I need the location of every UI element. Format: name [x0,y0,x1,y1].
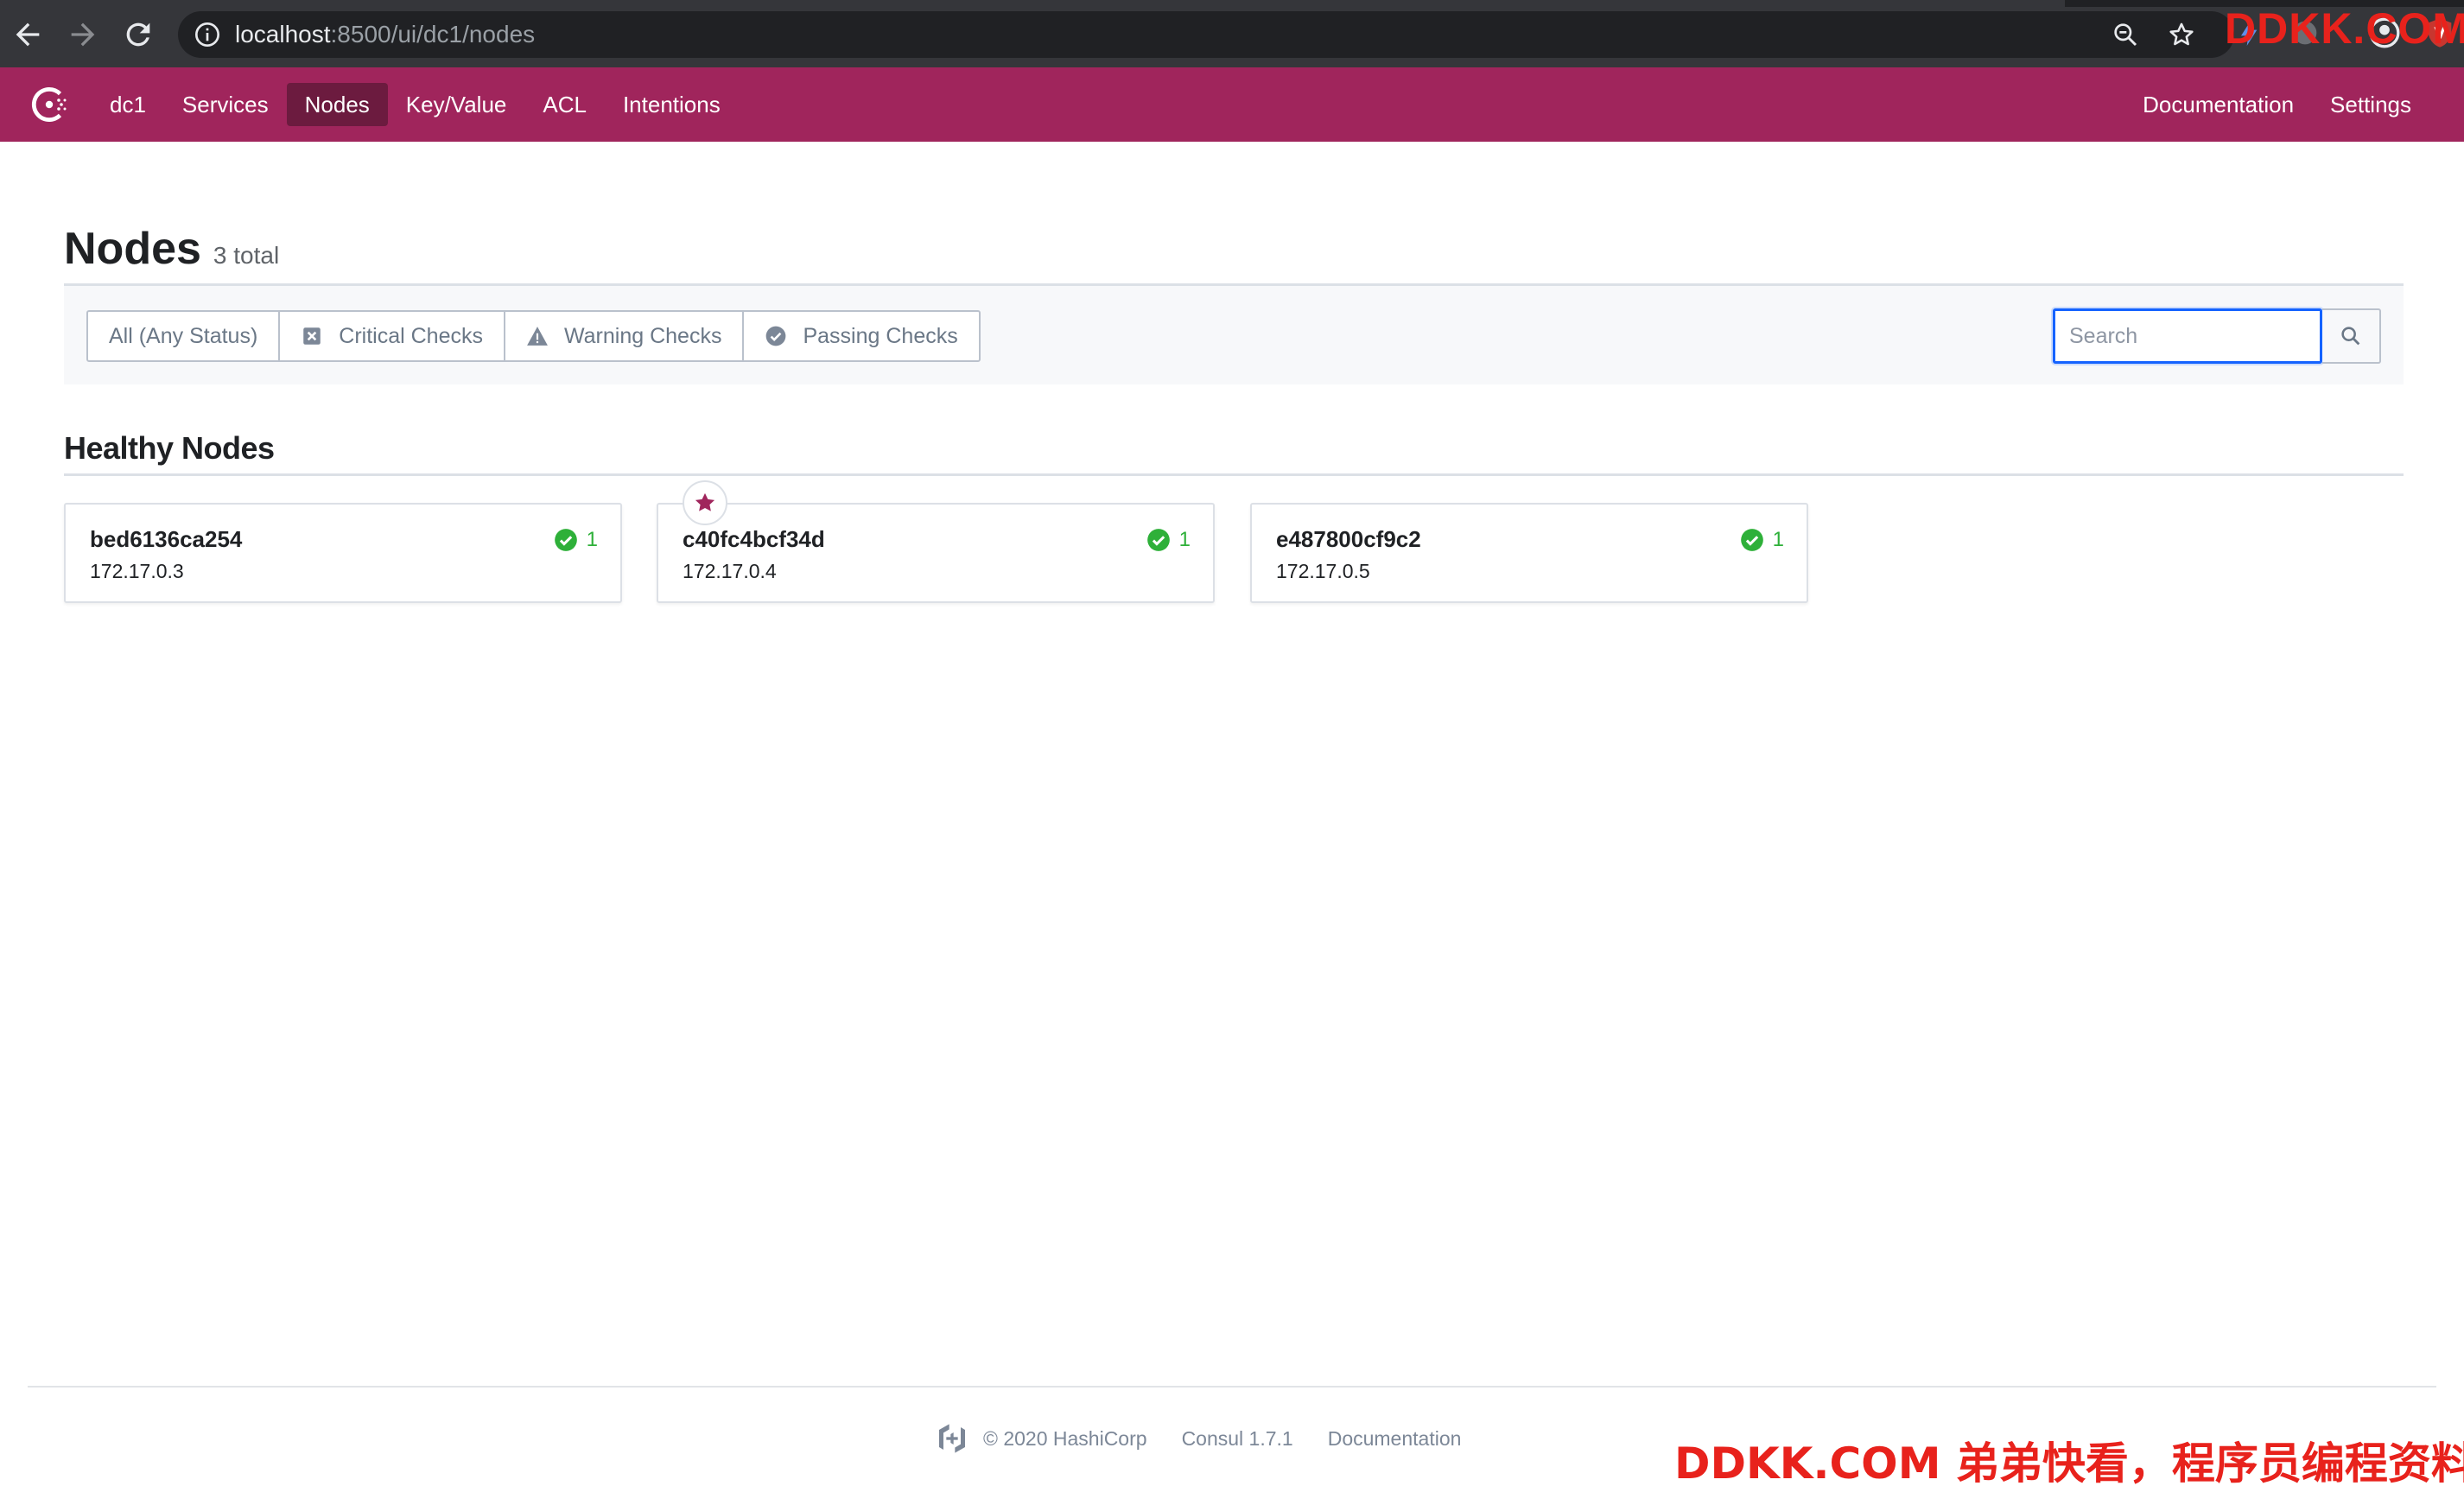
node-name: bed6136ca254 [90,526,243,552]
filter-label: All (Any Status) [109,324,258,348]
search-input[interactable] [2053,308,2322,364]
address-bar[interactable]: localhost:8500/ui/dc1/nodes [178,11,2234,58]
node-health: 1 [554,527,598,553]
node-health: 1 [1146,527,1191,553]
nav-settings[interactable]: Settings [2312,83,2429,126]
bookmark-star-icon[interactable] [2167,20,2196,49]
node-count: 3 total [213,242,280,269]
forward-arrow-icon[interactable] [66,17,100,52]
browser-toolbar: localhost:8500/ui/dc1/nodes DDKK.COM [0,0,2464,67]
node-name: c40fc4bcf34d [683,526,825,552]
url-text: localhost:8500/ui/dc1/nodes [235,21,536,48]
filter-passing[interactable]: Passing Checks [744,312,978,360]
site-info-icon[interactable] [194,21,221,48]
search-button[interactable] [2322,308,2381,364]
status-filter: All (Any Status) Critical Checks Warning… [86,310,981,362]
consul-logo-icon[interactable] [28,83,71,126]
watermark-text: DDKK.COM 弟弟快看，程序员编程资料站 [1674,1438,2464,1486]
filter-label: Critical Checks [339,324,483,348]
passing-check-icon [1740,529,1763,551]
nav-documentation[interactable]: Documentation [2124,83,2312,126]
secondary-navigation: Documentation Settings [2124,83,2429,126]
search-box [2053,308,2381,364]
nav-nodes[interactable]: Nodes [286,83,388,126]
tab-strip [0,0,2464,7]
node-card[interactable]: bed6136ca254 172.17.0.3 1 [64,503,622,603]
passing-count: 1 [586,528,598,551]
footer-version[interactable]: Consul 1.7.1 [1182,1427,1293,1451]
nav-services[interactable]: Services [164,83,287,126]
watermark-text: DDKK.COM [2225,4,2464,53]
passing-check-icon [1146,529,1170,551]
datacenter-selector[interactable]: dc1 [92,83,164,126]
zoom-out-icon[interactable] [2112,21,2139,48]
filter-all-status[interactable]: All (Any Status) [88,312,281,360]
nav-key-value[interactable]: Key/Value [388,83,525,126]
passing-check-icon [554,529,577,551]
passing-check-icon [766,326,786,346]
node-name: e487800cf9c2 [1276,526,1421,552]
leader-star-icon [683,480,727,525]
node-address: 172.17.0.4 [683,560,777,582]
footer-copyright: © 2020 HashiCorp [983,1426,1147,1450]
node-address: 172.17.0.5 [1276,560,1370,582]
filter-label: Passing Checks [803,324,958,348]
search-icon [2341,327,2360,346]
passing-count: 1 [1772,528,1784,551]
section-title: Healthy Nodes [64,430,275,466]
node-address: 172.17.0.3 [90,560,184,582]
reload-icon[interactable] [121,17,156,52]
nav-intentions[interactable]: Intentions [605,83,739,126]
node-card[interactable]: e487800cf9c2 172.17.0.5 1 [1250,503,1808,603]
filter-bar: All (Any Status) Critical Checks Warning… [64,286,2404,384]
app-header: dc1 Services Nodes Key/Value ACL Intenti… [0,67,2464,142]
node-health: 1 [1740,527,1784,553]
critical-x-icon [303,327,321,345]
warning-triangle-icon [527,327,548,346]
back-arrow-icon[interactable] [10,17,45,52]
filter-warning[interactable]: Warning Checks [505,312,745,360]
filter-label: Warning Checks [563,324,722,348]
filter-critical[interactable]: Critical Checks [280,312,505,360]
divider [64,473,2404,476]
footer-documentation-link[interactable]: Documentation [1328,1427,1462,1451]
page-title: Nodes [64,224,201,274]
main-navigation: dc1 Services Nodes Key/Value ACL Intenti… [92,83,739,126]
page-header: Nodes 3 total [64,221,279,276]
passing-count: 1 [1178,528,1191,551]
hashicorp-logo-icon[interactable] [935,1421,969,1456]
nav-acl[interactable]: ACL [524,83,605,126]
node-card[interactable]: c40fc4bcf34d 172.17.0.4 1 [657,480,1215,603]
footer: © 2020 HashiCorp Consul 1.7.1 Documentat… [935,1417,1496,1460]
footer-divider [28,1386,2436,1388]
